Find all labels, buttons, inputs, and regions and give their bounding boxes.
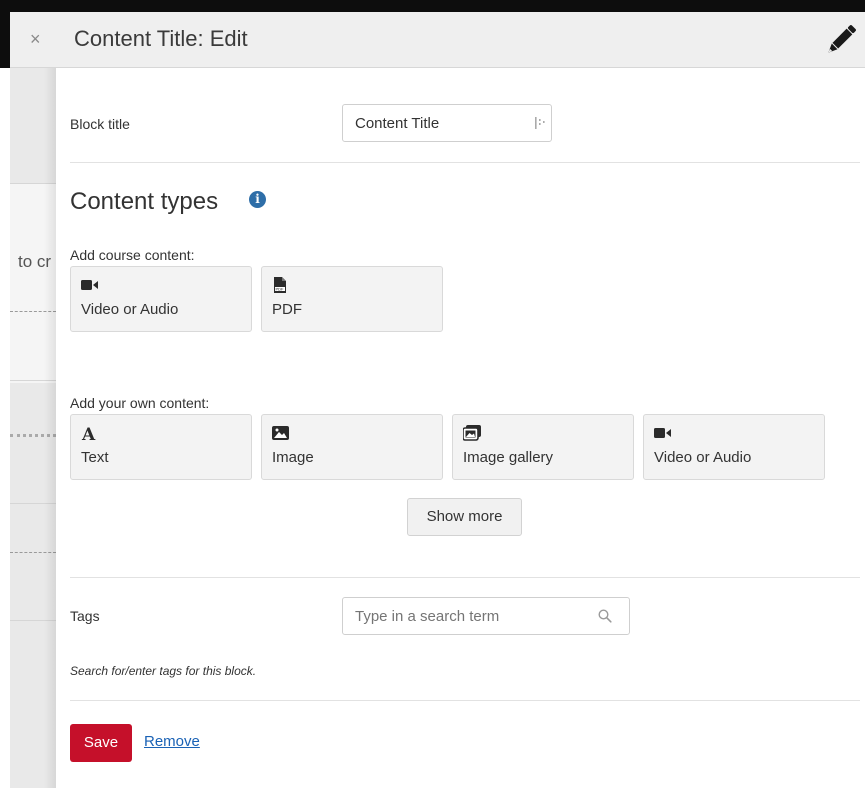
block-title-label: Block title xyxy=(70,116,130,132)
field-options-icon[interactable] xyxy=(534,116,546,130)
tile-label: Video or Audio xyxy=(81,301,179,318)
own-content-label: Add your own content: xyxy=(70,395,210,411)
edit-block-modal: Block title Content types i Add course c… xyxy=(56,68,865,788)
course-video-audio-tile[interactable]: Video or Audio xyxy=(70,266,252,332)
modal-shadow xyxy=(44,68,56,788)
text-a-icon: A xyxy=(81,425,96,441)
content-types-heading: Content types xyxy=(70,188,219,215)
svg-text:A: A xyxy=(81,425,96,441)
close-icon[interactable]: × xyxy=(30,29,41,50)
remove-link[interactable]: Remove xyxy=(144,733,200,750)
divider xyxy=(70,577,860,578)
tags-label: Tags xyxy=(70,608,100,624)
video-camera-icon xyxy=(81,280,98,290)
show-more-button[interactable]: Show more xyxy=(407,498,522,536)
own-video-audio-tile[interactable]: Video or Audio xyxy=(643,414,825,480)
search-icon[interactable] xyxy=(598,609,612,623)
tile-label: Image xyxy=(272,449,314,466)
image-gallery-icon xyxy=(463,425,481,441)
window-top-edge xyxy=(0,0,865,12)
svg-text:PDF: PDF xyxy=(276,287,285,292)
divider xyxy=(70,162,860,163)
own-text-tile[interactable]: A Text xyxy=(70,414,252,480)
own-image-tile[interactable]: Image xyxy=(261,414,443,480)
block-title-input[interactable] xyxy=(342,104,552,142)
info-icon[interactable]: i xyxy=(249,191,266,208)
window-left-edge xyxy=(0,0,10,68)
tile-label: Video or Audio xyxy=(654,449,752,466)
tags-search-input[interactable] xyxy=(342,597,630,635)
modal-title: Content Title: Edit xyxy=(74,26,248,51)
course-pdf-tile[interactable]: PDF PDF xyxy=(261,266,443,332)
divider xyxy=(70,700,860,701)
pdf-file-icon: PDF xyxy=(274,277,286,293)
video-camera-icon xyxy=(654,428,671,438)
tile-label: Image gallery xyxy=(463,449,554,466)
pencil-icon xyxy=(828,25,856,53)
tile-label: Text xyxy=(81,449,109,466)
tags-help-text: Search for/enter tags for this block. xyxy=(70,664,257,678)
image-icon xyxy=(272,426,289,440)
course-content-label: Add course content: xyxy=(70,247,195,263)
save-button[interactable]: Save xyxy=(70,724,132,762)
own-image-gallery-tile[interactable]: Image gallery xyxy=(452,414,634,480)
modal-header: × Content Title: Edit xyxy=(10,12,865,68)
tile-label: PDF xyxy=(272,301,302,318)
